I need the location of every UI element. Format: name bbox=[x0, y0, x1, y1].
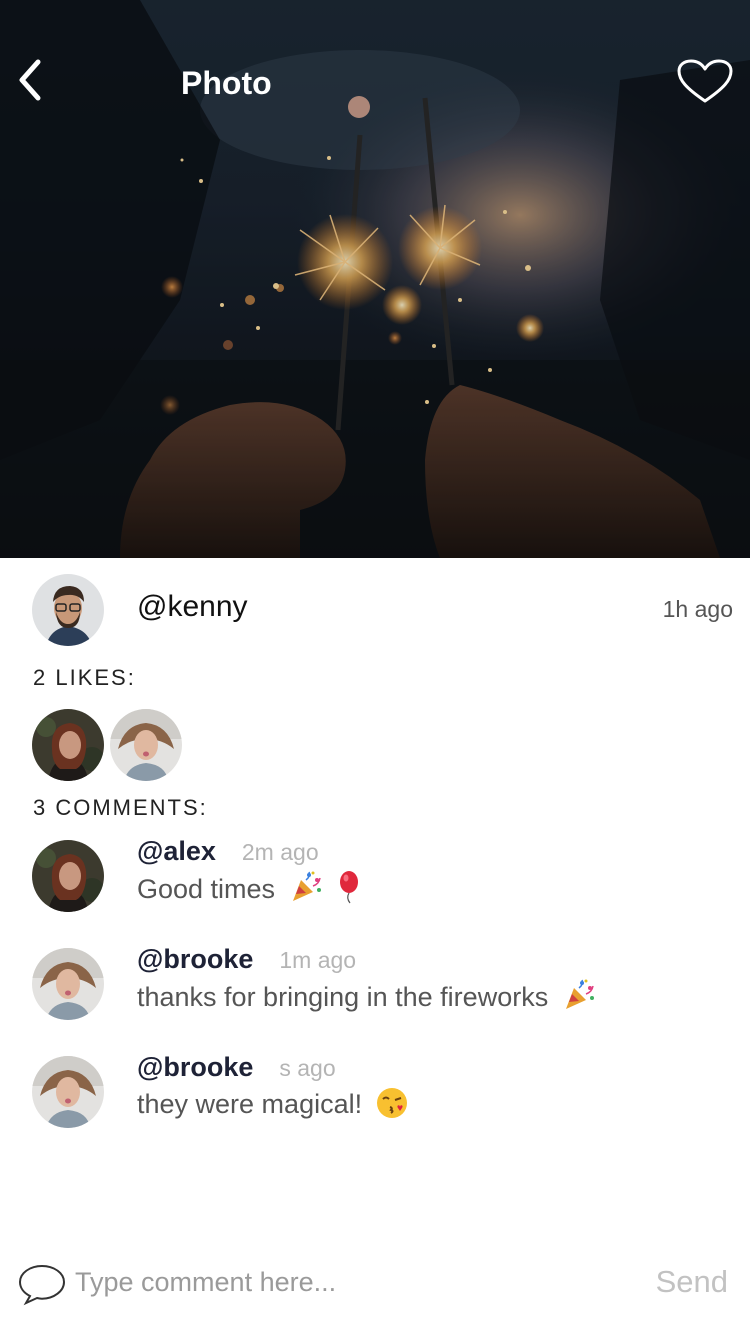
likes-avatars bbox=[32, 709, 332, 783]
liker-avatar[interactable] bbox=[110, 709, 182, 781]
comment-text: thanks for bringing in the fireworks bbox=[137, 978, 596, 1015]
avatar-brooke bbox=[110, 709, 182, 781]
author-avatar[interactable] bbox=[32, 574, 104, 646]
page-title: Photo bbox=[181, 65, 272, 101]
comment-item: @alex 2m ago Good times bbox=[0, 836, 750, 932]
like-button[interactable] bbox=[676, 58, 734, 104]
comment-timestamp: s ago bbox=[279, 1055, 336, 1081]
party-popper-icon bbox=[292, 871, 321, 901]
likes-label: 2 LIKES: bbox=[33, 665, 136, 690]
comment-text: Good times bbox=[137, 870, 362, 907]
avatar-kenny bbox=[32, 574, 104, 646]
heart-outline-icon bbox=[677, 59, 733, 103]
avatar-alex bbox=[32, 840, 104, 912]
post-author-row: @kenny 1h ago bbox=[0, 572, 750, 648]
balloon-icon bbox=[340, 871, 359, 904]
party-popper-icon bbox=[565, 979, 594, 1009]
comment-text: they were magical! bbox=[137, 1086, 408, 1122]
avatar-alex bbox=[32, 709, 104, 781]
comment-composer: Send bbox=[0, 1250, 750, 1316]
kissing-face-icon bbox=[376, 1088, 407, 1118]
post-timestamp: 1h ago bbox=[662, 596, 733, 622]
comment-username[interactable]: @brooke 1m ago bbox=[137, 942, 356, 977]
chevron-left-icon bbox=[19, 59, 41, 101]
photo-screen: Photo @kenny 1h ago 2 LIKES: 3 COMMENTS:… bbox=[0, 0, 750, 1334]
avatar-brooke bbox=[32, 1056, 104, 1128]
liker-avatar[interactable] bbox=[32, 709, 104, 781]
author-username[interactable]: @kenny bbox=[137, 588, 248, 626]
comment-item: @brooke 1m ago thanks for bringing in the… bbox=[0, 944, 750, 1040]
post-photo[interactable]: Photo bbox=[0, 0, 750, 558]
comment-username[interactable]: @brooke s ago bbox=[137, 1050, 336, 1085]
comment-timestamp: 2m ago bbox=[241, 839, 319, 865]
speech-bubble-icon bbox=[18, 1264, 66, 1306]
sparklers-photo bbox=[0, 0, 750, 558]
comments-label: 3 COMMENTS: bbox=[33, 795, 208, 820]
comment-avatar[interactable] bbox=[32, 948, 104, 1020]
back-button[interactable] bbox=[14, 58, 54, 102]
comment-username[interactable]: @alex 2m ago bbox=[137, 834, 319, 869]
comment-timestamp: 1m ago bbox=[279, 947, 357, 973]
comment-item: @brooke s ago they were magical! bbox=[0, 1052, 750, 1148]
comment-avatar[interactable] bbox=[32, 1056, 104, 1128]
send-button[interactable]: Send bbox=[656, 1260, 728, 1304]
avatar-brooke bbox=[32, 948, 104, 1020]
comment-input[interactable] bbox=[75, 1260, 595, 1304]
comment-avatar[interactable] bbox=[32, 840, 104, 912]
